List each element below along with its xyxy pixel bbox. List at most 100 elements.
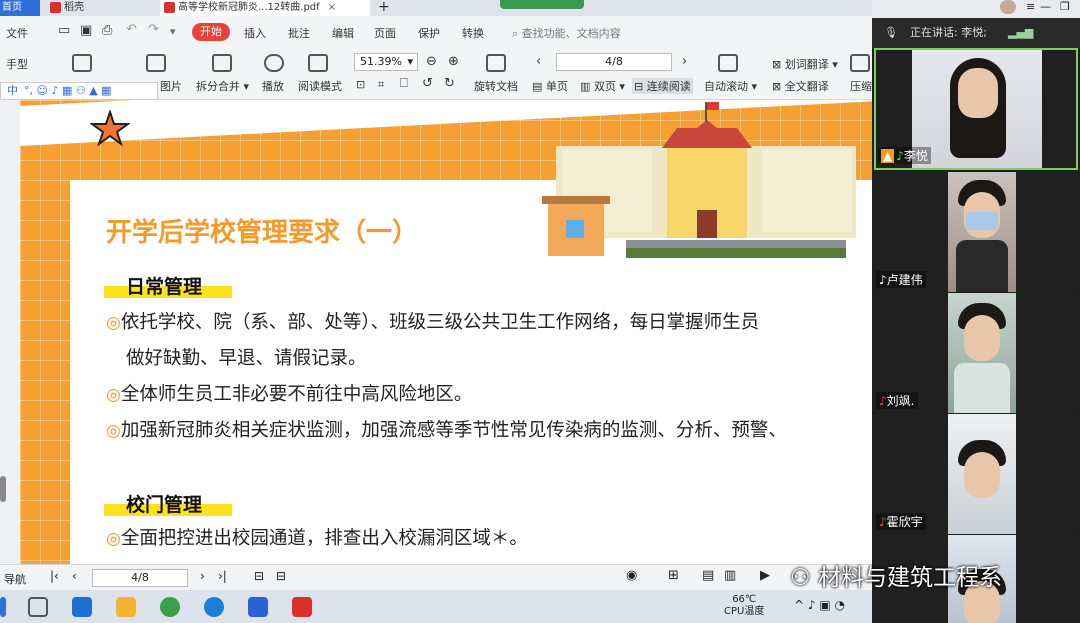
wechat-icon: ⚇	[790, 565, 818, 591]
meeting-app-icon[interactable]	[248, 597, 268, 617]
tab-pdf-document[interactable]: 高等学校新冠肺炎...12转曲.pdf ×	[160, 0, 370, 16]
full-translate-button[interactable]: ⊠ 全文翻译	[772, 78, 829, 94]
participant-tile[interactable]: ♪霍欣宇	[874, 414, 1078, 534]
slide-title: 开学后学校管理要求（一）	[106, 218, 419, 248]
read-mode-icon[interactable]	[308, 54, 328, 72]
taskbar: 66℃ CPU温度 ^ ♪ ▣ ◔	[0, 590, 872, 623]
participant-name: ♪刘飒.	[876, 392, 918, 409]
prev-page-icon[interactable]: ‹	[536, 54, 541, 69]
prev-page-icon[interactable]: ‹	[72, 569, 77, 583]
print-icon[interactable]: ⎙	[102, 23, 112, 38]
start-icon[interactable]	[0, 597, 6, 617]
menu-edit[interactable]: 编辑	[332, 25, 354, 41]
double-page-icon: ▥	[580, 80, 594, 93]
cpu-temp-widget[interactable]: 66℃ CPU温度	[724, 594, 764, 618]
bullet-continuation: 做好缺勤、早退、请假记录。	[126, 348, 367, 369]
save-icon[interactable]: ▣	[80, 23, 92, 38]
ie-browser-icon[interactable]	[160, 597, 180, 617]
bullet-text: 全体师生员工非必要不前往中高风险地区。	[120, 384, 473, 405]
redo-icon[interactable]: ↷	[148, 22, 159, 37]
mail-icon[interactable]	[72, 597, 92, 617]
double-view-icon[interactable]: ▥	[724, 568, 736, 583]
menu-convert[interactable]: 转换	[462, 25, 484, 41]
zoom-in-icon[interactable]: ⊕	[448, 54, 459, 69]
auto-scroll-icon[interactable]	[718, 54, 738, 72]
double-page-label: 双页	[593, 80, 616, 93]
menu-icon[interactable]: ≡	[1026, 0, 1035, 13]
status-bar: 导航 |‹ ‹ 4/8 › ›| ⊟ ⊟ ◉ ⊞ ▤ ▥ ▶	[0, 564, 872, 590]
speaking-label: 正在讲话: 李悦;	[910, 26, 987, 39]
minimize-icon[interactable]: —	[1040, 0, 1051, 13]
nav-toggle[interactable]: 导航	[4, 571, 26, 587]
open-folder-icon[interactable]: ▭	[58, 23, 70, 38]
status-page-input[interactable]: 4/8	[92, 569, 188, 587]
school-building-illustration	[542, 102, 856, 258]
restore-icon[interactable]: ❐	[1060, 0, 1070, 13]
play-view-icon[interactable]: ▶	[760, 568, 770, 583]
participant-tile[interactable]: ♪卢建伟	[874, 172, 1078, 292]
word-translate-button[interactable]: ⊠ 划词翻译 ▾	[772, 56, 838, 72]
undo-icon[interactable]: ↶	[126, 22, 137, 37]
menu-file[interactable]: 文件	[6, 25, 28, 41]
split-merge-button[interactable]: 拆分合并 ▾	[196, 78, 249, 94]
menu-start[interactable]: 开始	[192, 23, 230, 41]
meeting-status-pill[interactable]	[500, 0, 584, 9]
split-merge-icon[interactable]	[212, 54, 232, 72]
task-view-icon[interactable]	[28, 597, 48, 617]
tab-docer[interactable]: 稻壳	[46, 0, 146, 16]
fit-width-icon[interactable]: ⎕	[400, 76, 408, 91]
page-number-input[interactable]: 4/8	[556, 53, 672, 71]
tab-home[interactable]: 首页	[0, 0, 40, 16]
tray-icons[interactable]: ^ ♪ ▣ ◔	[794, 598, 845, 612]
single-view-icon[interactable]: ▤	[702, 568, 714, 583]
actual-size-icon[interactable]: ⊡	[356, 78, 365, 91]
last-page-icon[interactable]: ›|	[218, 569, 227, 583]
side-panel-handle[interactable]	[0, 476, 6, 502]
compress-icon[interactable]	[850, 54, 870, 72]
continuous-read-button[interactable]: ⊟ 连续阅读	[632, 78, 693, 94]
image-icon[interactable]	[146, 54, 166, 72]
zoom-out-icon[interactable]: ⊖	[426, 54, 437, 69]
full-translate-label: 全文翻译	[784, 80, 829, 93]
bullet-icon: ◎	[106, 529, 121, 549]
rotate-left-icon[interactable]: ↺	[422, 76, 433, 91]
search-field[interactable]: ⌕ 查找功能、文档内容	[512, 25, 621, 41]
menu-annotate[interactable]: 批注	[288, 25, 310, 41]
mic-muted-icon: ♪	[879, 394, 887, 408]
screenshot-icon[interactable]	[72, 54, 92, 72]
zoom-select[interactable]: 51.39% ▾	[354, 53, 418, 71]
play-icon[interactable]	[264, 54, 284, 72]
double-page-button[interactable]: ▥ 双页 ▾	[580, 78, 625, 94]
menu-page[interactable]: 页面	[374, 25, 396, 41]
rotate-right-icon[interactable]: ↻	[444, 76, 455, 91]
continuous-view-icon[interactable]: ⊞	[668, 568, 679, 583]
single-page-button[interactable]: ▤ 单页	[532, 78, 568, 94]
folder-icon[interactable]	[116, 597, 136, 617]
docer-icon	[50, 2, 61, 13]
shirt	[954, 363, 1010, 413]
hand-tool-button[interactable]: 手型	[6, 56, 28, 72]
first-page-icon[interactable]: |‹	[50, 569, 59, 583]
ime-toolbar[interactable]: 中 °, ☺ ♪ ▦ ⚇ ▲ ▦	[0, 82, 158, 100]
bullet-icon: ◎	[106, 385, 121, 405]
fit-page-icon[interactable]: ⌗	[378, 78, 384, 92]
edge-browser-icon[interactable]	[204, 597, 224, 617]
participant-tile[interactable]: ▲ ♪李悦	[874, 48, 1078, 170]
continuous-read-icon: ⊟	[634, 80, 647, 93]
participant-tile[interactable]: ♪刘飒.	[874, 293, 1078, 413]
next-page-icon[interactable]: ›	[682, 54, 687, 69]
back-icon[interactable]: ⊟	[254, 569, 264, 583]
auto-scroll-button[interactable]: 自动滚动 ▾	[704, 78, 757, 94]
menu-insert[interactable]: 插入	[244, 25, 266, 41]
close-tab-icon[interactable]: ×	[328, 2, 336, 13]
next-page-icon[interactable]: ›	[200, 569, 205, 583]
menu-protect[interactable]: 保护	[418, 25, 440, 41]
new-tab-button[interactable]: +	[378, 0, 390, 16]
wps-icon[interactable]	[292, 597, 312, 617]
eye-icon[interactable]: ◉	[626, 568, 637, 583]
rotate-document-icon[interactable]	[486, 54, 506, 72]
avatar[interactable]	[1000, 0, 1016, 14]
quick-access-dropdown-icon[interactable]: ▾	[170, 25, 176, 38]
participant-name: ▲ ♪李悦	[878, 147, 931, 164]
forward-icon[interactable]: ⊟	[276, 569, 286, 583]
